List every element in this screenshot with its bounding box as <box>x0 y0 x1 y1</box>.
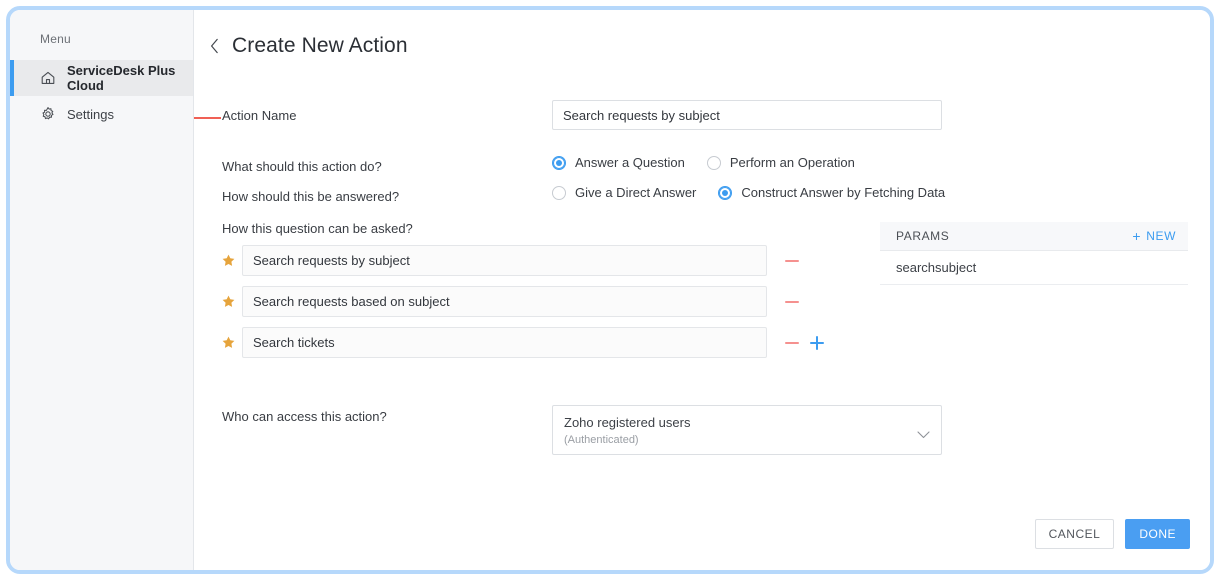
radio-indicator <box>707 156 721 170</box>
param-name: searchsubject <box>896 260 976 275</box>
page-header: Create New Action <box>194 10 1210 58</box>
sidebar-item-settings[interactable]: Settings <box>10 96 193 132</box>
answer-mode-radio-group: Give a Direct Answer Construct Answer by… <box>552 185 945 200</box>
access-label: Who can access this action? <box>222 405 552 424</box>
remove-question-icon[interactable] <box>785 295 799 309</box>
radio-label: Perform an Operation <box>730 155 855 170</box>
access-selected-subtext: (Authenticated) <box>564 434 930 446</box>
star-icon <box>222 254 235 267</box>
action-type-row: What should this action do? Answer a Que… <box>222 155 1210 174</box>
sidebar-item-servicedesk-plus-cloud[interactable]: ServiceDesk Plus Cloud <box>10 60 193 96</box>
done-button[interactable]: DONE <box>1125 519 1190 549</box>
chevron-left-icon[interactable] <box>208 37 221 55</box>
action-type-radio-group: Answer a Question Perform an Operation <box>552 155 855 170</box>
radio-construct-answer-by-fetching-data[interactable]: Construct Answer by Fetching Data <box>718 185 945 200</box>
new-param-button[interactable]: + NEW <box>1132 229 1176 243</box>
radio-label: Give a Direct Answer <box>575 185 696 200</box>
question-input[interactable] <box>242 245 767 276</box>
gear-icon <box>40 106 56 122</box>
app-window: Menu ServiceDesk Plus Cloud Settings <box>6 6 1214 574</box>
radio-indicator <box>552 186 566 200</box>
required-field-marker <box>194 117 221 119</box>
radio-label: Construct Answer by Fetching Data <box>741 185 945 200</box>
radio-indicator <box>718 186 732 200</box>
question-row-actions <box>785 336 824 350</box>
question-input[interactable] <box>242 327 767 358</box>
params-title: PARAMS <box>896 229 949 243</box>
action-name-label: Action Name <box>222 104 552 123</box>
radio-give-a-direct-answer[interactable]: Give a Direct Answer <box>552 185 696 200</box>
home-icon <box>40 70 56 86</box>
action-name-label-wrap: Action Name <box>222 100 552 123</box>
plus-icon: + <box>1132 229 1141 243</box>
answer-mode-row: How should this be answered? Give a Dire… <box>222 185 1210 204</box>
remove-question-icon[interactable] <box>785 254 799 268</box>
answer-mode-label: How should this be answered? <box>222 185 552 204</box>
params-panel: PARAMS + NEW searchsubject <box>880 222 1188 285</box>
radio-indicator <box>552 156 566 170</box>
new-param-label: NEW <box>1146 229 1176 243</box>
radio-label: Answer a Question <box>575 155 685 170</box>
question-phrasings-label: How this question can be asked? <box>222 217 552 236</box>
page-title: Create New Action <box>232 34 408 58</box>
sidebar: Menu ServiceDesk Plus Cloud Settings <box>10 10 194 570</box>
question-row <box>222 286 1210 317</box>
add-question-icon[interactable] <box>810 336 824 350</box>
access-row: Who can access this action? Zoho registe… <box>222 405 1210 455</box>
cancel-button[interactable]: CANCEL <box>1035 519 1115 549</box>
chevron-down-icon <box>917 426 930 444</box>
params-panel-header: PARAMS + NEW <box>880 222 1188 251</box>
question-row <box>222 327 1210 358</box>
sidebar-item-label: ServiceDesk Plus Cloud <box>67 63 193 93</box>
radio-answer-a-question[interactable]: Answer a Question <box>552 155 685 170</box>
star-icon <box>222 295 235 308</box>
radio-perform-an-operation[interactable]: Perform an Operation <box>707 155 855 170</box>
sidebar-item-label: Settings <box>67 107 114 122</box>
remove-question-icon[interactable] <box>785 336 799 350</box>
action-name-row: Action Name <box>222 100 1210 130</box>
question-row-actions <box>785 295 799 309</box>
access-selected-value: Zoho registered users <box>564 415 930 430</box>
access-dropdown[interactable]: Zoho registered users (Authenticated) <box>552 405 942 455</box>
question-row-actions <box>785 254 799 268</box>
action-name-input[interactable] <box>552 100 942 130</box>
main-content: Create New Action Action Name What shoul… <box>194 10 1210 570</box>
param-list-item[interactable]: searchsubject <box>880 251 1188 285</box>
action-type-label: What should this action do? <box>222 155 552 174</box>
sidebar-menu-label: Menu <box>10 24 193 60</box>
form-footer: CANCEL DONE <box>1035 519 1190 549</box>
star-icon <box>222 336 235 349</box>
question-input[interactable] <box>242 286 767 317</box>
